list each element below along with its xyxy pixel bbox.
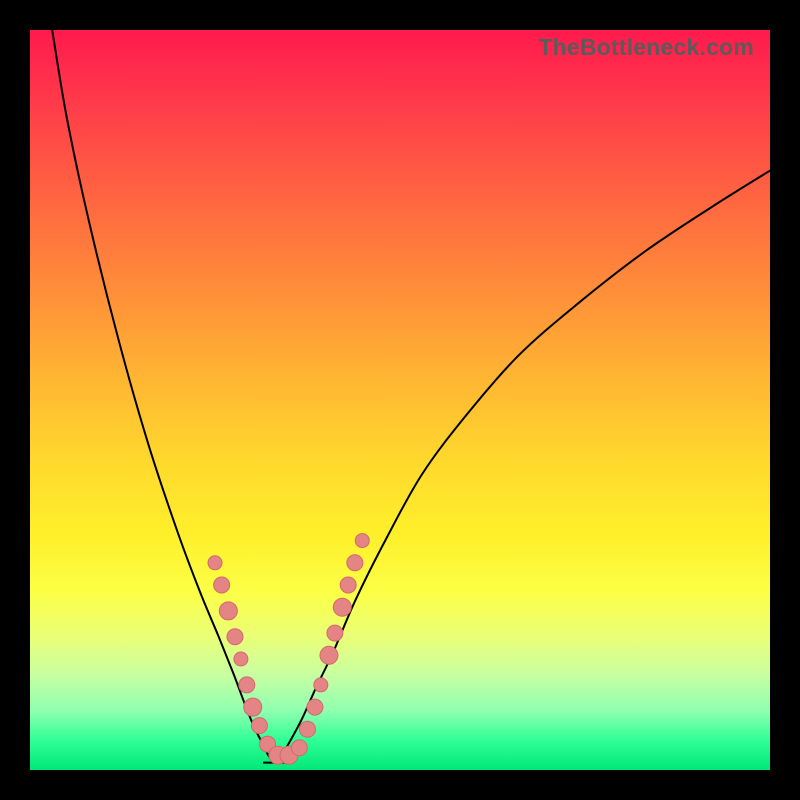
marker-dot: [314, 678, 328, 692]
marker-dot: [347, 555, 363, 571]
marker-dot: [340, 577, 356, 593]
marker-dot: [320, 646, 338, 664]
plot-area: TheBottleneck.com: [30, 30, 770, 770]
chart-frame: TheBottleneck.com: [0, 0, 800, 800]
marker-dot: [227, 629, 243, 645]
marker-dot: [219, 602, 237, 620]
marker-layer: [30, 30, 770, 770]
marker-dot: [214, 577, 230, 593]
marker-dot: [291, 740, 307, 756]
marker-dot: [239, 677, 255, 693]
marker-dot: [251, 718, 267, 734]
marker-dot: [327, 625, 343, 641]
marker-dot: [208, 556, 222, 570]
marker-dot: [333, 598, 351, 616]
marker-dot: [307, 699, 323, 715]
marker-dot: [355, 534, 369, 548]
marker-dot: [300, 721, 316, 737]
marker-dot: [244, 698, 262, 716]
marker-dot: [234, 652, 248, 666]
